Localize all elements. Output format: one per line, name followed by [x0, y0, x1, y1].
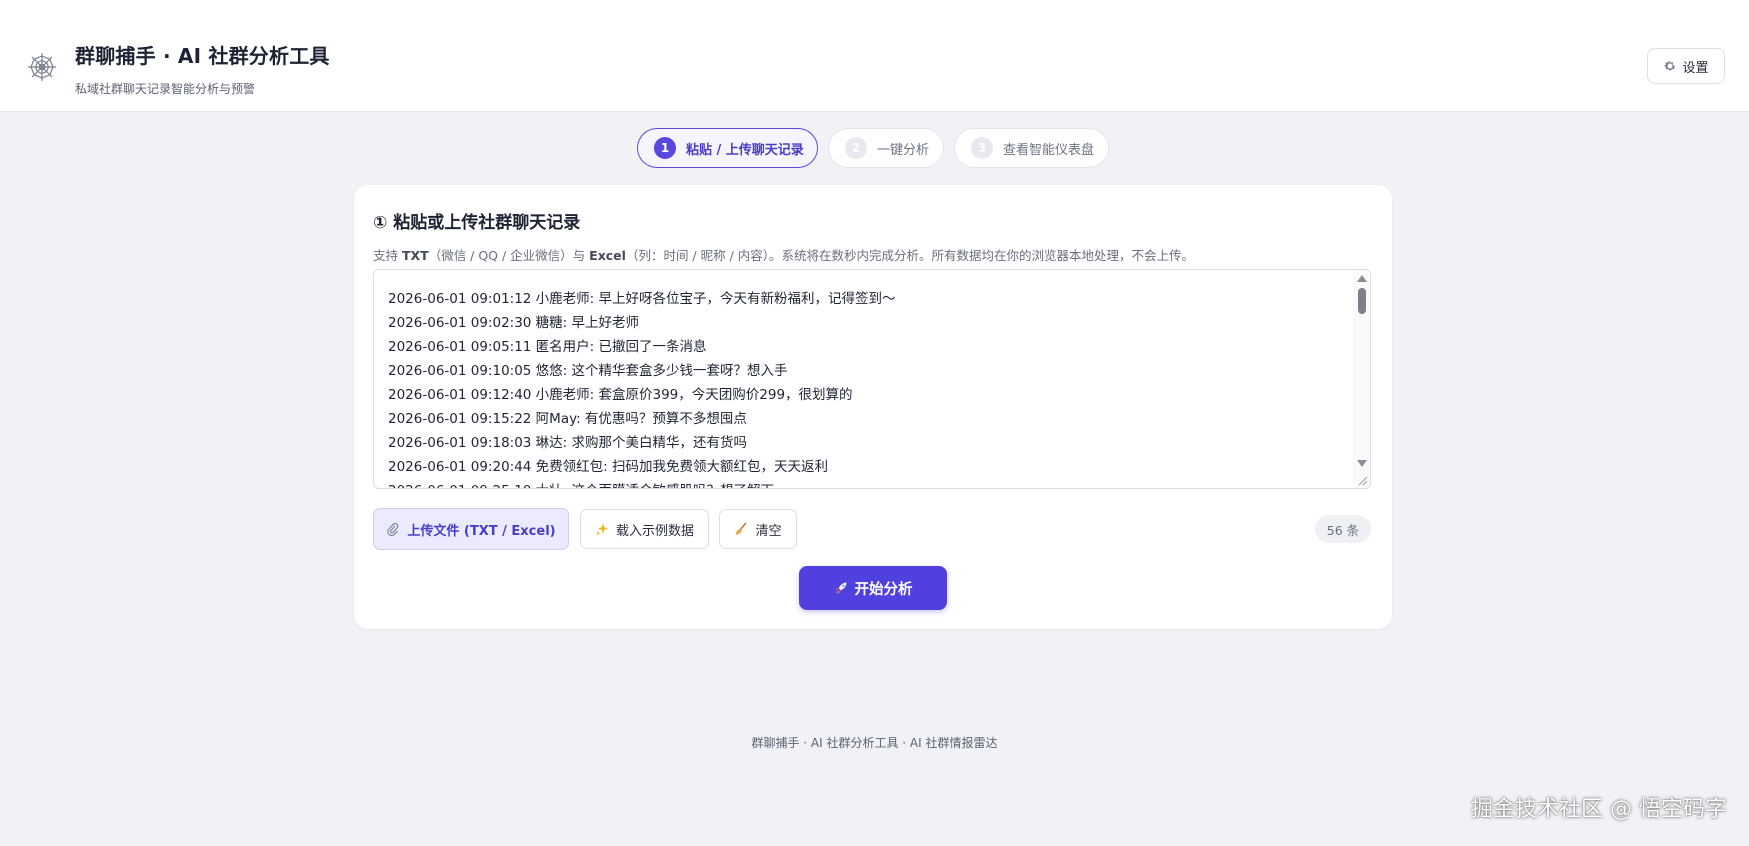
- chat-line: 2026-06-01 09:05:11 匿名用户: 已撤回了一条消息: [388, 339, 707, 355]
- chat-log-textarea[interactable]: 2026-06-01 09:01:12 小鹿老师: 早上好呀各位宝子，今天有新粉…: [373, 269, 1371, 489]
- upload-file-button[interactable]: 上传文件 (TXT / Excel): [373, 508, 569, 550]
- footer-text: 群聊捕手 · AI 社群分析工具 · AI 社群情报雷达: [751, 736, 998, 750]
- step-number: 3: [971, 137, 993, 159]
- chat-line: 2026-06-01 09:20:44 免费领红包: 扫码加我免费领大额红包，天…: [388, 459, 829, 475]
- step-indicator: 1 粘贴 / 上传聊天记录 2 一键分析 3 查看智能仪表盘: [0, 128, 1749, 168]
- clear-button[interactable]: 清空: [719, 509, 797, 549]
- gear-icon: [1665, 61, 1676, 71]
- paperclip-icon: [387, 523, 399, 536]
- settings-label: 设置: [1682, 60, 1709, 76]
- broom-icon: [735, 522, 748, 535]
- scroll-down-icon[interactable]: [1357, 460, 1367, 467]
- desc-text: （微信 / QQ / 企业微信）与: [428, 248, 590, 263]
- upload-label: 上传文件 (TXT / Excel): [407, 523, 556, 539]
- spider-web-icon: [28, 53, 56, 81]
- scroll-up-icon[interactable]: [1357, 275, 1367, 282]
- chat-line: 2026-06-01 09:02:30 糖糖: 早上好老师: [388, 315, 640, 331]
- app-title: 群聊捕手 · AI 社群分析工具: [75, 44, 330, 68]
- chat-line: 2026-06-01 09:15:22 阿May: 有优惠吗？预算不多想囤点: [388, 411, 747, 427]
- step-dashboard[interactable]: 3 查看智能仪表盘: [954, 128, 1109, 168]
- step-number: 1: [654, 137, 676, 159]
- load-sample-button[interactable]: 载入示例数据: [580, 509, 709, 549]
- start-analysis-button[interactable]: 开始分析: [799, 566, 947, 610]
- chat-line: 2026-06-01 09:12:40 小鹿老师: 套盒原价399，今天团购价2…: [388, 387, 853, 403]
- settings-button[interactable]: 设置: [1647, 48, 1725, 84]
- step-label: 粘贴 / 上传聊天记录: [686, 142, 804, 158]
- card-description: 支持 TXT（微信 / QQ / 企业微信）与 Excel（列：时间 / 昵称 …: [373, 245, 1194, 264]
- chat-line: 2026-06-01 09:18:03 琳达: 求购那个美白精华，还有货吗: [388, 435, 748, 451]
- step-upload[interactable]: 1 粘贴 / 上传聊天记录: [637, 128, 818, 168]
- step-label: 一键分析: [877, 142, 930, 158]
- desc-text: 支持: [373, 248, 402, 263]
- chat-line: 2026-06-01 09:10:05 悠悠: 这个精华套盒多少钱一套呀？想入手: [388, 363, 788, 379]
- sample-label: 载入示例数据: [615, 523, 694, 539]
- sparkles-icon: [595, 523, 608, 536]
- desc-text: （列：时间 / 昵称 / 内容）。系统将在数秒内完成分析。所有数据均在你的浏览器…: [625, 248, 1195, 263]
- desc-format-excel: Excel: [589, 248, 626, 263]
- chat-line: 2026-06-01 09:25:10 大壮: 这个面膜适合敏感肌吗？想了解下: [388, 479, 1348, 488]
- step-analyze[interactable]: 2 一键分析: [828, 128, 944, 168]
- card-title: ① 粘贴或上传社群聊天记录: [373, 213, 581, 233]
- message-count-badge: 56 条: [1315, 515, 1371, 543]
- step-number: 2: [845, 137, 867, 159]
- action-row: 上传文件 (TXT / Excel) 载入示例数据 清空 56 条: [373, 508, 1371, 550]
- chat-log-content: 2026-06-01 09:01:12 小鹿老师: 早上好呀各位宝子，今天有新粉…: [388, 287, 1348, 488]
- desc-format-txt: TXT: [401, 248, 429, 263]
- clear-label: 清空: [755, 523, 782, 539]
- chat-line: 2026-06-01 09:01:12 小鹿老师: 早上好呀各位宝子，今天有新粉…: [388, 291, 896, 307]
- scrollbar[interactable]: [1353, 270, 1370, 488]
- app-header: 群聊捕手 · AI 社群分析工具 私域社群聊天记录智能分析与预警 设置: [0, 0, 1749, 112]
- step-label: 查看智能仪表盘: [1003, 142, 1095, 158]
- rocket-icon: [835, 582, 846, 594]
- scroll-thumb[interactable]: [1358, 288, 1366, 314]
- resize-grip-icon[interactable]: [1356, 474, 1368, 486]
- upload-card: ① 粘贴或上传社群聊天记录 支持 TXT（微信 / QQ / 企业微信）与 Ex…: [354, 185, 1392, 629]
- app-subtitle: 私域社群聊天记录智能分析与预警: [75, 82, 256, 96]
- start-label: 开始分析: [854, 581, 913, 598]
- watermark: 掘金技术社区 @ 悟空码字: [1471, 797, 1727, 822]
